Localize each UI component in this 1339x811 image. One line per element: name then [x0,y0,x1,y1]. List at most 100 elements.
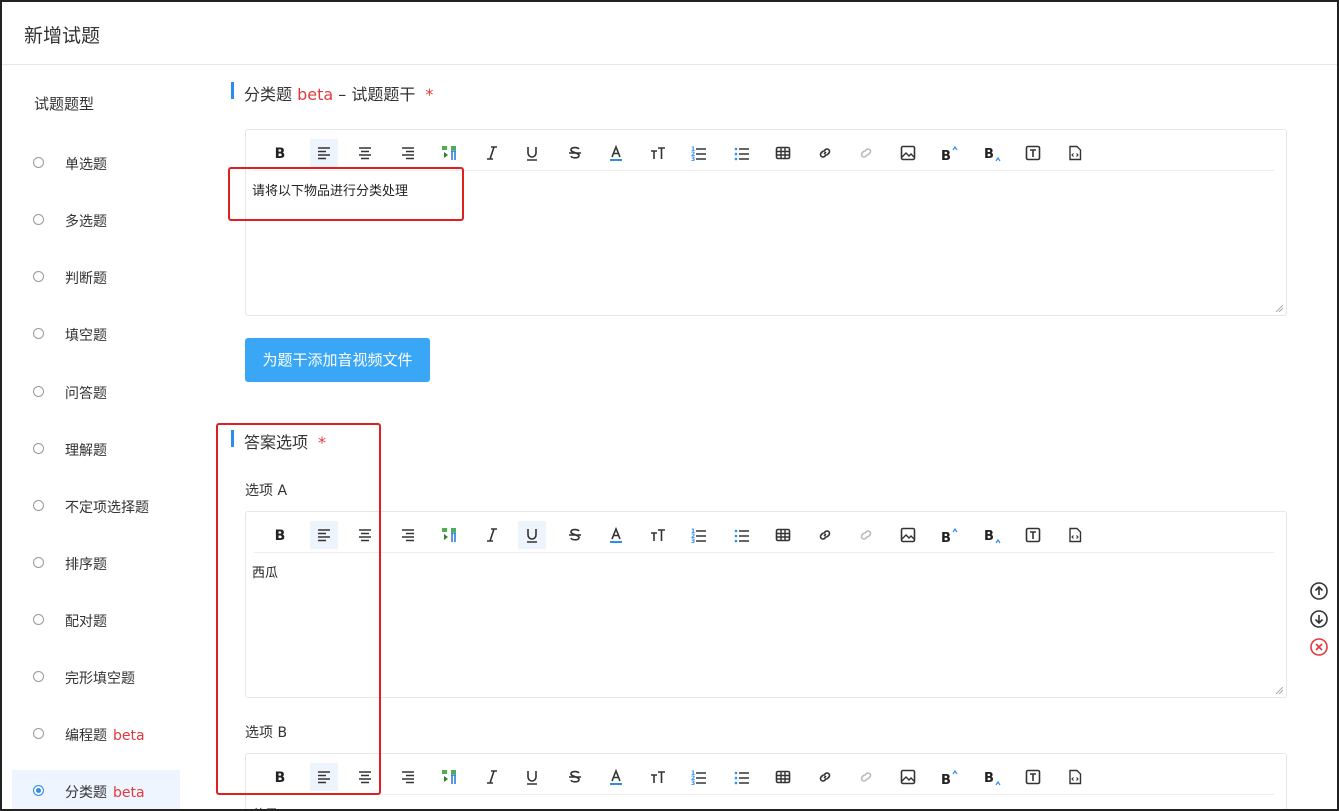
link-icon[interactable] [811,763,839,791]
editor-toolbar: B123BB [254,760,1274,795]
sidebar-item-multiple-choice[interactable]: 多选题 [12,199,180,241]
unlink-icon[interactable] [852,139,880,167]
image-icon[interactable] [894,521,922,549]
sidebar-item-label: 问答题 [65,386,107,402]
subscript-icon[interactable]: B [978,139,1006,167]
radio-checked-icon[interactable] [33,785,44,796]
move-up-icon[interactable] [1309,581,1329,601]
sidebar-item-label: 配对题 [65,614,107,630]
svg-text:B: B [941,531,951,546]
font-size-icon[interactable] [644,139,672,167]
link-icon[interactable] [811,521,839,549]
unordered-list-icon[interactable] [728,763,756,791]
superscript-icon[interactable]: B [935,763,963,791]
align-right-icon[interactable] [394,139,422,167]
superscript-icon[interactable]: B [935,521,963,549]
strikethrough-icon[interactable] [561,521,589,549]
resize-handle-icon[interactable] [1276,305,1283,312]
subscript-icon[interactable]: B [978,763,1006,791]
text-box-icon[interactable] [1019,139,1047,167]
text-box-icon[interactable] [1019,521,1047,549]
underline-icon[interactable] [518,521,546,549]
sidebar-item-ordering[interactable]: 排序题 [12,542,180,584]
ordered-list-icon[interactable]: 123 [685,521,713,549]
italic-icon[interactable] [478,763,506,791]
code-file-icon[interactable] [1061,521,1089,549]
font-color-icon[interactable] [602,521,630,549]
ordered-list-icon[interactable]: 123 [685,139,713,167]
option-b-content[interactable]: 苹果 [252,804,278,809]
font-color-icon[interactable] [602,139,630,167]
radio-icon[interactable] [33,557,44,568]
app-window: 新增试题 试题题型 单选题 多选题 判断题 填空题 问答题 理解题 不定项选择题… [0,0,1339,811]
text-box-icon[interactable] [1019,763,1047,791]
ordered-list-icon[interactable]: 123 [685,763,713,791]
resize-handle-icon[interactable] [1276,687,1283,694]
radio-icon[interactable] [33,728,44,739]
italic-icon[interactable] [478,139,506,167]
underline-icon[interactable] [518,763,546,791]
unlink-icon[interactable] [852,763,880,791]
option-b-editor[interactable]: B123BB 苹果 [245,753,1287,809]
sidebar-item-matching[interactable]: 配对题 [12,599,180,641]
unlink-icon[interactable] [852,521,880,549]
svg-text:B: B [275,146,286,162]
sidebar-item-single-choice[interactable]: 单选题 [12,142,180,184]
beta-badge: beta [297,85,334,104]
option-a-editor[interactable]: B123BB 西瓜 [245,511,1287,698]
sidebar-item-essay[interactable]: 问答题 [12,371,180,413]
align-right-icon[interactable] [394,763,422,791]
move-down-icon[interactable] [1309,609,1329,629]
paragraph-icon[interactable] [435,521,463,549]
radio-icon[interactable] [33,157,44,168]
code-file-icon[interactable] [1061,139,1089,167]
radio-icon[interactable] [33,328,44,339]
sidebar-item-label: 不定项选择题 [65,500,149,516]
radio-icon[interactable] [33,614,44,625]
strikethrough-icon[interactable] [561,763,589,791]
radio-icon[interactable] [33,500,44,511]
sidebar-item-indefinite-choice[interactable]: 不定项选择题 [12,485,180,527]
highlight-box [228,167,464,221]
sidebar-item-classification[interactable]: 分类题 beta [12,770,180,809]
radio-icon[interactable] [33,443,44,454]
svg-text:3: 3 [691,156,695,163]
underline-icon[interactable] [518,139,546,167]
stem-editor[interactable]: B123BB 请将以下物品进行分类处理 [245,129,1287,316]
align-right-icon[interactable] [394,521,422,549]
table-icon[interactable] [769,139,797,167]
font-size-icon[interactable] [644,763,672,791]
sidebar-item-label: 多选题 [65,214,107,230]
unordered-list-icon[interactable] [728,139,756,167]
code-file-icon[interactable] [1061,763,1089,791]
strikethrough-icon[interactable] [561,139,589,167]
subscript-icon[interactable]: B [978,521,1006,549]
sidebar-item-fill-blank[interactable]: 填空题 [12,313,180,355]
heading-accent-bar [231,82,234,99]
table-icon[interactable] [769,521,797,549]
bold-icon[interactable]: B [266,139,294,167]
radio-icon[interactable] [33,386,44,397]
radio-icon[interactable] [33,271,44,282]
align-left-icon[interactable] [310,139,338,167]
sidebar-item-cloze[interactable]: 完形填空题 [12,656,180,698]
superscript-icon[interactable]: B [935,139,963,167]
image-icon[interactable] [894,763,922,791]
table-icon[interactable] [769,763,797,791]
sidebar-item-true-false[interactable]: 判断题 [12,256,180,298]
align-center-icon[interactable] [351,139,379,167]
italic-icon[interactable] [478,521,506,549]
delete-icon[interactable] [1309,637,1329,657]
image-icon[interactable] [894,139,922,167]
font-color-icon[interactable] [602,763,630,791]
unordered-list-icon[interactable] [728,521,756,549]
paragraph-icon[interactable] [435,139,463,167]
radio-icon[interactable] [33,671,44,682]
link-icon[interactable] [811,139,839,167]
add-media-button[interactable]: 为题干添加音视频文件 [245,338,430,382]
paragraph-icon[interactable] [435,763,463,791]
radio-icon[interactable] [33,214,44,225]
sidebar-item-comprehension[interactable]: 理解题 [12,428,180,470]
sidebar-item-programming[interactable]: 编程题 beta [12,713,180,755]
font-size-icon[interactable] [644,521,672,549]
